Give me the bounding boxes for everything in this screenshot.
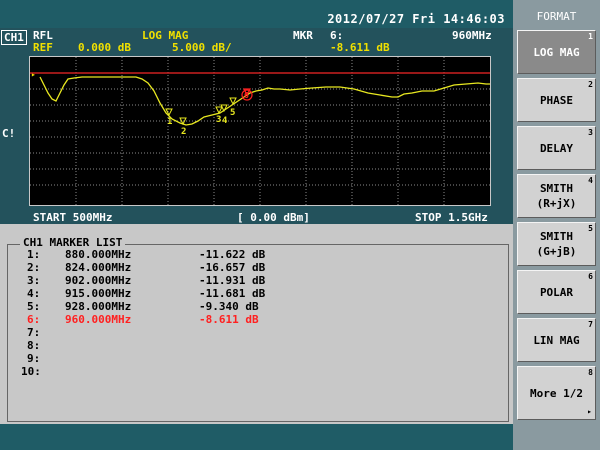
marker-row-number: 2:: [27, 261, 41, 274]
marker-3-label: 3: [216, 115, 221, 125]
marker-frequency: 960MHz: [452, 29, 492, 42]
marker-row: 9:: [0, 353, 513, 365]
marker-row-number: 8:: [27, 339, 41, 352]
softkey-delay[interactable]: 3 DELAY: [517, 126, 596, 170]
softkey-number: 4: [588, 176, 593, 185]
stop-frequency: STOP 1.5GHz: [415, 211, 488, 224]
marker-6-active[interactable]: 6: [241, 88, 253, 101]
side-indicator: C!: [2, 127, 16, 140]
softkey-label: LIN MAG: [533, 333, 580, 347]
marker-row-active: 6: 960.000MHz -8.611 dB: [0, 314, 513, 326]
softkey-log-mag[interactable]: 1 LOG MAG: [517, 30, 596, 74]
softkey-number: 1: [588, 32, 593, 41]
ref-value: 0.000 dB: [78, 41, 131, 54]
marker-row-number: 1:: [27, 248, 41, 261]
start-frequency: START 500MHz: [33, 211, 113, 224]
reference-marker: ▸: [31, 70, 36, 79]
marker-row-number: 3:: [27, 274, 41, 287]
softkey-label: More 1/2: [530, 386, 583, 400]
softkey-label: POLAR: [539, 285, 574, 299]
marker-value: -8.611 dB: [330, 41, 390, 54]
marker-row-frequency: 928.000MHz: [65, 300, 132, 313]
marker-4-label: 4: [222, 116, 228, 126]
channel-info-bar: RFL LOG MAG MKR 6: 960MHz REF 0.000 dB 5…: [0, 28, 513, 54]
marker-row: 3: 902.000MHz -11.931 dB: [0, 275, 513, 287]
marker-6-label: 6: [244, 91, 249, 100]
marker-row: 10:: [0, 366, 513, 378]
marker-1[interactable]: 1: [165, 108, 173, 127]
menu-title: FORMAT: [536, 10, 577, 23]
marker-row-frequency: 915.000MHz: [65, 287, 132, 300]
marker-row-frequency: 960.000MHz: [65, 313, 132, 326]
status-footer: [0, 424, 513, 450]
title-bar: 2012/07/27 Fri 14:46:03: [0, 0, 513, 28]
softkey-label: SMITH (R+jX): [536, 182, 577, 210]
marker-label: MKR: [293, 29, 313, 42]
marker-row-value: -11.622 dB: [199, 248, 266, 261]
softkey-label: LOG MAG: [533, 45, 580, 59]
softkey-number: 7: [588, 320, 593, 329]
marker-row-value: -9.340 dB: [199, 300, 259, 313]
marker-row-frequency: 824.000MHz: [65, 261, 132, 274]
marker-2-label: 2: [181, 127, 186, 137]
marker-5-label: 5: [230, 108, 235, 118]
marker-row-number: 5:: [27, 300, 41, 313]
softkey-label: PHASE: [539, 93, 574, 107]
softkey-more[interactable]: 8 More 1/2 ▸: [517, 366, 596, 420]
marker-row: 2: 824.000MHz -16.657 dB: [0, 262, 513, 274]
gridlines: [30, 57, 490, 205]
softkey-number: 8: [588, 368, 593, 377]
datetime: 2012/07/27 Fri 14:46:03: [327, 12, 505, 26]
marker-row-frequency: 902.000MHz: [65, 274, 132, 287]
ref-label: REF: [33, 41, 53, 54]
scale-value: 5.000 dB/: [172, 41, 232, 54]
marker-row-number: 7:: [27, 326, 41, 339]
softkey-menu: FORMAT 1 LOG MAG 2 PHASE 3 DELAY 4 SMITH…: [513, 0, 600, 450]
trace-svg: ▸ 1 2 3 4 5 6: [30, 57, 490, 205]
sweep-info-bar: START 500MHz [ 0.00 dBm] STOP 1.5GHz: [0, 210, 513, 224]
softkey-number: 3: [588, 128, 593, 137]
marker-row-value: -16.657 dB: [199, 261, 266, 274]
marker-row-number: 4:: [27, 287, 41, 300]
marker-5[interactable]: 5: [229, 97, 237, 118]
softkey-lin-mag[interactable]: 7 LIN MAG: [517, 318, 596, 362]
marker-row: 5: 928.000MHz -9.340 dB: [0, 301, 513, 313]
marker-row: 8:: [0, 340, 513, 352]
marker-row: 7:: [0, 327, 513, 339]
softkey-number: 5: [588, 224, 593, 233]
marker-row-value: -11.681 dB: [199, 287, 266, 300]
trace-line: [39, 76, 490, 126]
marker-row-value: -8.611 dB: [199, 313, 259, 326]
marker-row-frequency: 880.000MHz: [65, 248, 132, 261]
marker-row-number: 10:: [21, 365, 41, 378]
softkey-polar[interactable]: 6 POLAR: [517, 270, 596, 314]
softkey-smith-gjb[interactable]: 5 SMITH (G+jB): [517, 222, 596, 266]
softkey-label: DELAY: [539, 141, 574, 155]
marker-row-number: 6:: [27, 313, 41, 326]
marker-row-value: -11.931 dB: [199, 274, 266, 287]
softkey-label: SMITH (G+jB): [536, 230, 577, 258]
softkey-smith-rjx[interactable]: 4 SMITH (R+jX): [517, 174, 596, 218]
marker-1-label: 1: [167, 117, 172, 127]
marker-row: 1: 880.000MHz -11.622 dB: [0, 249, 513, 261]
softkey-phase[interactable]: 2 PHASE: [517, 78, 596, 122]
trace-grid: ▸ 1 2 3 4 5 6: [29, 56, 491, 206]
marker-row-number: 9:: [27, 352, 41, 365]
more-arrow-icon: ▸: [587, 407, 592, 416]
softkey-number: 6: [588, 272, 593, 281]
channel-badge[interactable]: CH1: [1, 30, 27, 45]
source-power: [ 0.00 dBm]: [237, 211, 310, 224]
softkey-number: 2: [588, 80, 593, 89]
marker-row: 4: 915.000MHz -11.681 dB: [0, 288, 513, 300]
